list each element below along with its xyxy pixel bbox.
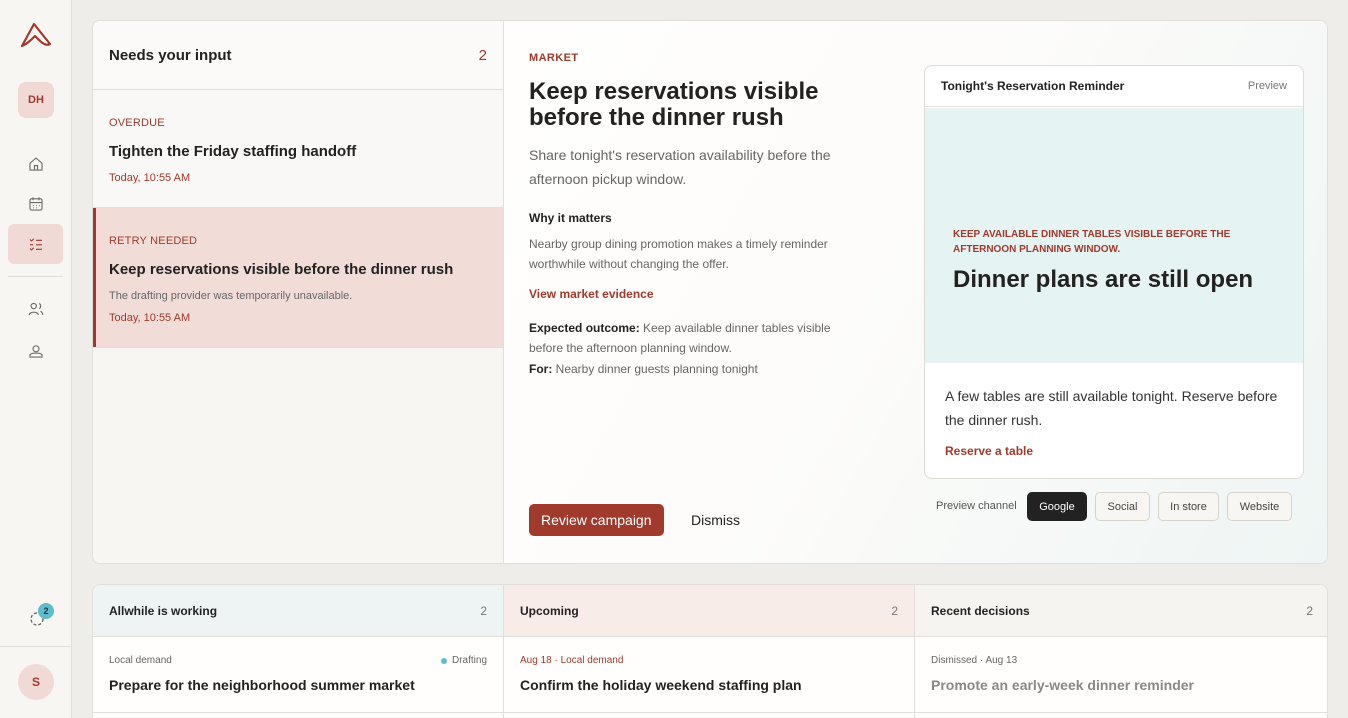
nav-calendar[interactable]	[8, 184, 63, 224]
detail-subtitle: Share tonight's reservation availability…	[529, 147, 831, 187]
channel-google-button[interactable]: Google	[1027, 492, 1087, 521]
item-meta: Aug 18 · Local demand	[520, 655, 624, 666]
detail-category: MARKET	[529, 52, 579, 64]
inbox-title: Needs your input	[109, 46, 232, 64]
nav-profile[interactable]	[8, 331, 63, 371]
working-panel: Allwhile is working 2 Local demand Draft…	[93, 585, 504, 718]
for-label: For:	[529, 362, 553, 376]
inbox-item-selected[interactable]: RETRY NEEDED Keep reservations visible b…	[93, 208, 503, 348]
recent-count: 2	[1306, 603, 1313, 618]
audience: For: Nearby dinner guests planning tonig…	[529, 362, 758, 376]
status-panels: Allwhile is working 2 Local demand Draft…	[92, 584, 1328, 718]
users-icon	[28, 302, 43, 316]
market-evidence-link[interactable]: View market evidence	[529, 287, 654, 301]
channel-in-store-button[interactable]: In store	[1158, 492, 1219, 521]
preview-title: Tonight's Reservation Reminder	[941, 79, 1125, 93]
upcoming-title: Upcoming	[520, 603, 579, 618]
sidebar: DH 2 S	[0, 0, 72, 718]
status-text: Drafting	[451, 655, 487, 666]
item-title: Promote an early-week dinner reminder	[931, 677, 1194, 693]
working-header: Allwhile is working 2	[93, 585, 503, 637]
sidebar-bottom-divider	[0, 646, 71, 647]
inbox-item-desc: The drafting provider was temporarily un…	[109, 290, 353, 302]
preview-cta-link[interactable]: Reserve a table	[945, 444, 1033, 458]
working-title: Allwhile is working	[109, 603, 218, 618]
upcoming-panel: Upcoming 2 Aug 18 · Local demand Confirm…	[504, 585, 915, 718]
inbox-item-tag: RETRY NEEDED	[109, 235, 198, 247]
list-item[interactable]: Dismissed · Aug 13 Promote an early-week…	[915, 637, 1327, 713]
upcoming-count: 2	[891, 603, 898, 618]
expected-outcome: Expected outcome: Keep available dinner …	[529, 318, 859, 358]
inbox-count: 2	[478, 46, 487, 64]
sidebar-divider	[8, 276, 63, 277]
nav-tasks[interactable]	[8, 224, 63, 264]
inbox-item-time: Today, 10:55 AM	[109, 312, 191, 324]
status-badge: Drafting	[440, 655, 487, 666]
inbox-list: Needs your input 2 OVERDUE Tighten the F…	[93, 21, 504, 563]
workspace-avatar[interactable]: DH	[18, 82, 54, 118]
preview-badge: Preview	[1247, 80, 1287, 92]
channel-website-button[interactable]: Website	[1227, 492, 1292, 521]
recent-panel: Recent decisions 2 Dismissed · Aug 13 Pr…	[915, 585, 1327, 718]
preview-channel-label: Preview channel	[936, 500, 1017, 512]
preview-headline: Dinner plans are still open	[953, 266, 1254, 293]
main-card: Needs your input 2 OVERDUE Tighten the F…	[92, 20, 1328, 564]
inbox-header: Needs your input 2	[93, 21, 503, 90]
outcome-label: Expected outcome:	[529, 321, 640, 335]
item-meta: Local demand	[109, 655, 172, 666]
recent-header: Recent decisions 2	[915, 585, 1327, 637]
drafting-dot-icon	[440, 657, 447, 664]
working-count: 2	[480, 603, 487, 618]
profile-icon	[28, 345, 43, 358]
dismiss-button[interactable]: Dismiss	[691, 504, 740, 536]
for-text: Nearby dinner guests planning tonight	[555, 362, 758, 376]
item-title: Confirm the holiday weekend staffing pla…	[520, 677, 802, 693]
preview-card: Tonight's Reservation Reminder Preview K…	[924, 65, 1304, 479]
inbox-item[interactable]: OVERDUE Tighten the Friday staffing hand…	[93, 90, 503, 208]
calendar-icon	[28, 197, 43, 211]
inbox-item-time: Today, 10:55 AM	[109, 172, 191, 184]
item-meta: Dismissed · Aug 13	[931, 655, 1018, 666]
detail-title: Keep reservations visible before the din…	[529, 78, 819, 131]
why-text: Nearby group dining promotion makes a ti…	[529, 237, 828, 271]
why-label: Why it matters	[529, 211, 612, 225]
brand-logo-icon[interactable]	[19, 20, 53, 50]
user-avatar[interactable]: S	[18, 664, 54, 700]
preview-kicker: KEEP AVAILABLE DINNER TABLES VISIBLE BEF…	[953, 229, 1231, 255]
preview-header: Tonight's Reservation Reminder Preview	[925, 66, 1303, 107]
nav-people[interactable]	[8, 289, 63, 329]
list-item[interactable]: Aug 18 · Local demand Confirm the holida…	[504, 637, 914, 713]
list-item[interactable]: Local demand Drafting Prepare for the ne…	[93, 637, 503, 713]
detail-pane: MARKET Keep reservations visible before …	[505, 21, 1327, 563]
nav-home[interactable]	[8, 144, 63, 184]
inbox-item-title: Keep reservations visible before the din…	[109, 261, 454, 278]
home-icon	[28, 157, 43, 171]
upcoming-header: Upcoming 2	[504, 585, 914, 637]
preview-body: A few tables are still available tonight…	[945, 388, 1278, 428]
checklist-icon	[29, 238, 42, 251]
channel-social-button[interactable]: Social	[1095, 492, 1150, 521]
sync-count-badge: 2	[38, 603, 54, 619]
item-title: Prepare for the neighborhood summer mark…	[109, 677, 415, 693]
recent-title: Recent decisions	[931, 603, 1030, 618]
inbox-item-tag: OVERDUE	[109, 117, 165, 129]
review-campaign-button[interactable]: Review campaign	[529, 504, 664, 536]
inbox-item-title: Tighten the Friday staffing handoff	[109, 143, 357, 160]
